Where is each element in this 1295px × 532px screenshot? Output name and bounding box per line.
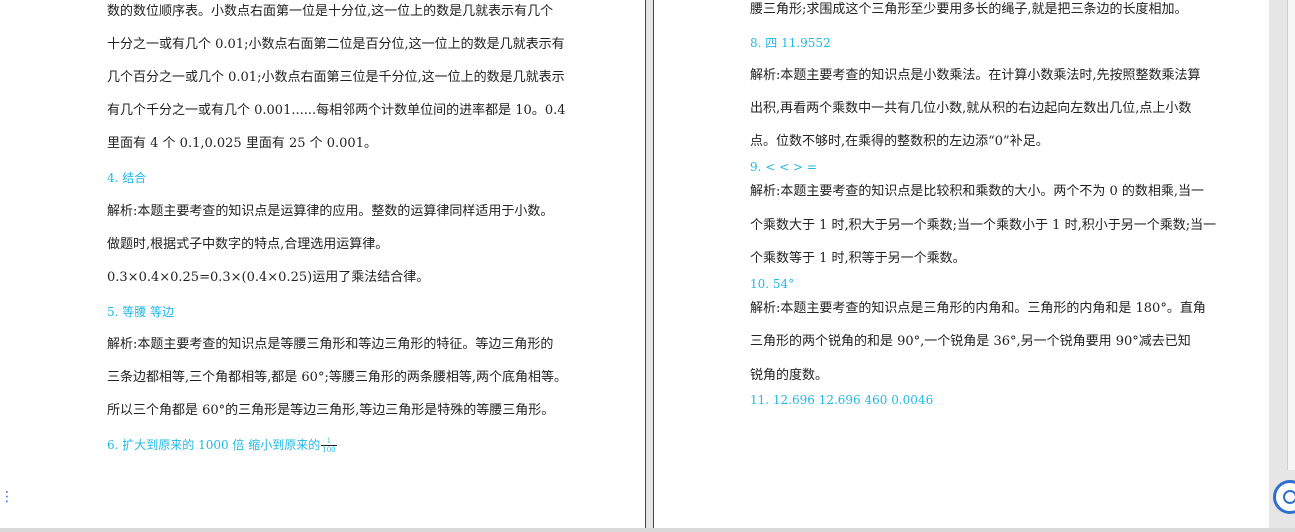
answer-text: 6. 扩大到原来的 1000 倍 缩小到原来的 <box>107 438 321 452</box>
document-page-right: 腰三角形;求围成这个三角形至少要用多长的绳子,就是把三条边的长度相加。 8. 四… <box>653 0 1269 532</box>
answer-line: 8. 四 11.9552 <box>750 36 831 50</box>
assistant-face-icon <box>1283 490 1295 504</box>
answer-line: 10. 54° <box>750 277 795 291</box>
text-line: 解析:本题主要考查的知识点是三角形的内角和。三角形的内角和是 180°。直角 <box>750 301 1206 316</box>
text-line: 点。位数不够时,在乘得的整数积的左边添“0”补足。 <box>750 134 1049 149</box>
text-line: 几个百分之一或几个 0.01;小数点右面第三位是千分位,这一位上的数是几就表示 <box>107 70 565 85</box>
document-page-left: 数的数位顺序表。小数点右面第一位是十分位,这一位上的数是几就表示有几个 十分之一… <box>0 0 646 532</box>
answer-line: 5. 等腰 等边 <box>107 305 175 319</box>
answer-line: 4. 结合 <box>107 171 147 185</box>
text-line: 解析:本题主要考查的知识点是小数乘法。在计算小数乘法时,先按照整数乘法算 <box>750 68 1201 83</box>
expand-handle-icon[interactable]: ⋮ <box>0 484 14 510</box>
answer-line: 9. < < > = <box>750 160 817 174</box>
fraction-numerator: 1 <box>321 437 337 446</box>
text-line: 0.3×0.4×0.25=0.3×(0.4×0.25)运用了乘法结合律。 <box>107 270 430 285</box>
text-line: 里面有 4 个 0.1,0.025 里面有 25 个 0.001。 <box>107 136 377 151</box>
text-line: 十分之一或有几个 0.01;小数点右面第二位是百分位,这一位上的数是几就表示有 <box>107 37 565 52</box>
text-line: 有几个千分之一或有几个 0.001......每相邻两个计数单位间的进率都是 1… <box>107 103 566 118</box>
text-line: 解析:本题主要考查的知识点是比较积和乘数的大小。两个不为 0 的数相乘,当一 <box>750 184 1205 199</box>
scrollbar[interactable] <box>1287 0 1295 470</box>
text-line: 数的数位顺序表。小数点右面第一位是十分位,这一位上的数是几就表示有几个 <box>107 4 554 19</box>
text-line: 解析:本题主要考查的知识点是运算律的应用。整数的运算律同样适用于小数。 <box>107 204 554 219</box>
text-line: 腰三角形;求围成这个三角形至少要用多长的绳子,就是把三条边的长度相加。 <box>750 2 1188 17</box>
fraction-denominator: 100 <box>322 446 336 454</box>
text-line: 三条边都相等,三个角都相等,都是 60°;等腰三角形的两条腰相等,两个底角相等。 <box>107 370 567 385</box>
answer-line: 6. 扩大到原来的 1000 倍 缩小到原来的 1 100 <box>107 436 337 454</box>
text-line: 锐角的度数。 <box>750 368 829 383</box>
text-line: 个乘数大于 1 时,积大于另一个乘数;当一个乘数小于 1 时,积小于另一个乘数;… <box>750 218 1217 233</box>
text-line: 三角形的两个锐角的和是 90°,一个锐角是 36°,另一个锐角要用 90°减去已… <box>750 334 1191 349</box>
horizontal-scrollbar[interactable] <box>0 528 1295 532</box>
fraction: 1 100 <box>321 437 337 454</box>
text-line: 解析:本题主要考查的知识点是等腰三角形和等边三角形的特征。等边三角形的 <box>107 337 554 352</box>
text-line: 所以三个角都是 60°的三角形是等边三角形,等边三角形是特殊的等腰三角形。 <box>107 403 555 418</box>
text-line: 做题时,根据式子中数字的特点,合理选用运算律。 <box>107 237 389 252</box>
text-line: 个乘数等于 1 时,积等于另一个乘数。 <box>750 251 966 266</box>
text-line: 出积,再看两个乘数中一共有几位小数,就从积的右边起向左数出几位,点上小数 <box>750 101 1192 116</box>
answer-line: 11. 12.696 12.696 460 0.0046 <box>750 393 934 407</box>
